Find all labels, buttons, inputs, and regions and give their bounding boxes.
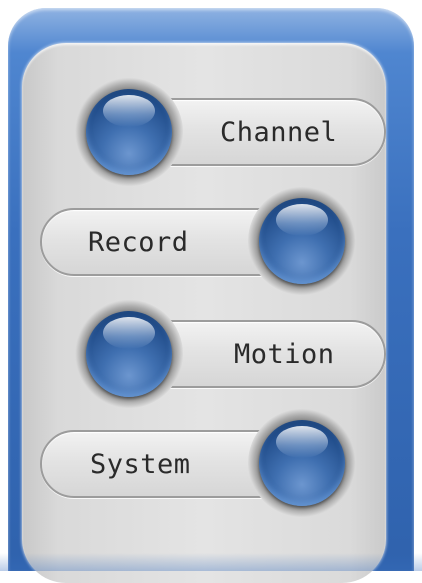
channel-button[interactable] (75, 78, 183, 186)
channel-label: Channel (220, 116, 338, 148)
round-blue-button-icon (259, 420, 345, 506)
round-blue-button-icon (86, 311, 172, 397)
round-blue-button-icon (86, 89, 172, 175)
record-label: Record (88, 226, 189, 258)
system-label: System (90, 448, 191, 480)
record-button[interactable] (248, 187, 356, 295)
system-button[interactable] (248, 409, 356, 517)
bottom-shade (0, 553, 422, 571)
motion-button[interactable] (75, 300, 183, 408)
round-blue-button-icon (259, 198, 345, 284)
motion-label: Motion (234, 338, 335, 370)
